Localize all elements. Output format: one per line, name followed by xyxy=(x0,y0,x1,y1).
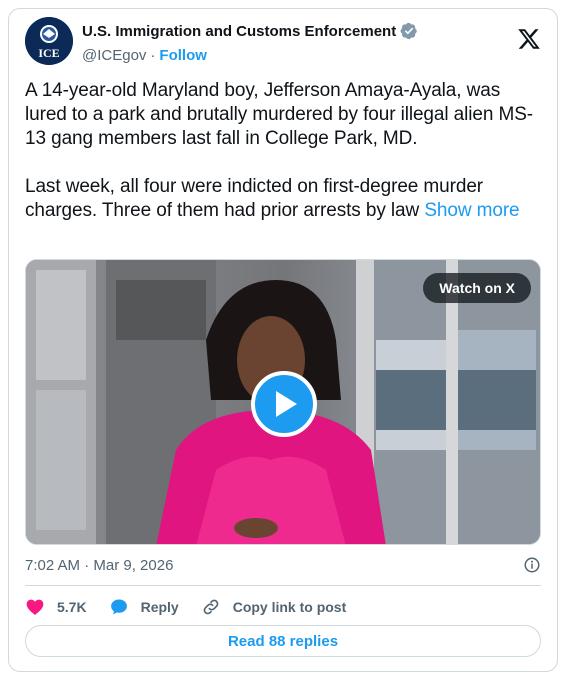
post-header: ICE U.S. Immigration and Customs Enforce… xyxy=(25,17,541,69)
like-count: 5.7K xyxy=(57,599,87,615)
reply-label: Reply xyxy=(140,599,179,615)
post-text: A 14-year-old Maryland boy, Jefferson Am… xyxy=(25,79,543,223)
divider xyxy=(25,585,541,586)
copy-link-button[interactable]: Copy link to post xyxy=(201,597,347,617)
copy-link-label: Copy link to post xyxy=(232,599,347,615)
post-paragraph-1: A 14-year-old Maryland boy, Jefferson Am… xyxy=(25,80,534,149)
account-handle[interactable]: @ICEgov xyxy=(82,47,146,64)
ice-seal-icon: ICE xyxy=(25,17,73,65)
post-card: ICE U.S. Immigration and Customs Enforce… xyxy=(8,8,558,672)
link-icon xyxy=(203,599,219,615)
reply-button[interactable]: Reply xyxy=(109,597,179,617)
follow-button[interactable]: Follow xyxy=(159,47,207,64)
timestamp-row: 7:02 AM · Mar 9, 2026 xyxy=(25,555,541,575)
like-button[interactable]: 5.7K xyxy=(25,597,87,617)
x-logo-icon[interactable] xyxy=(517,27,541,51)
post-paragraph-2: Last week, all four were indicted on fir… xyxy=(25,175,543,223)
show-more-link[interactable]: Show more xyxy=(424,200,519,221)
reply-bubble-icon xyxy=(110,599,127,615)
action-bar: 5.7K Reply Copy link to post xyxy=(25,595,368,619)
verified-badge-icon xyxy=(400,22,417,40)
info-icon[interactable] xyxy=(523,556,541,574)
heart-icon xyxy=(26,599,44,615)
account-name[interactable]: U.S. Immigration and Customs Enforcement xyxy=(82,23,396,40)
play-button[interactable] xyxy=(251,371,317,437)
separator-dot: · xyxy=(150,46,156,64)
video-player[interactable]: Watch on X xyxy=(25,259,541,545)
avatar-text: ICE xyxy=(38,46,59,60)
read-replies-button[interactable]: Read 88 replies xyxy=(25,625,541,657)
post-timestamp[interactable]: 7:02 AM · Mar 9, 2026 xyxy=(25,557,173,574)
play-icon xyxy=(276,391,297,417)
post-paragraph-2-text: Last week, all four were indicted on fir… xyxy=(25,176,484,221)
avatar[interactable]: ICE xyxy=(25,17,73,65)
account-info: U.S. Immigration and Customs Enforcement… xyxy=(82,21,418,65)
watch-on-x-button[interactable]: Watch on X xyxy=(423,273,531,303)
